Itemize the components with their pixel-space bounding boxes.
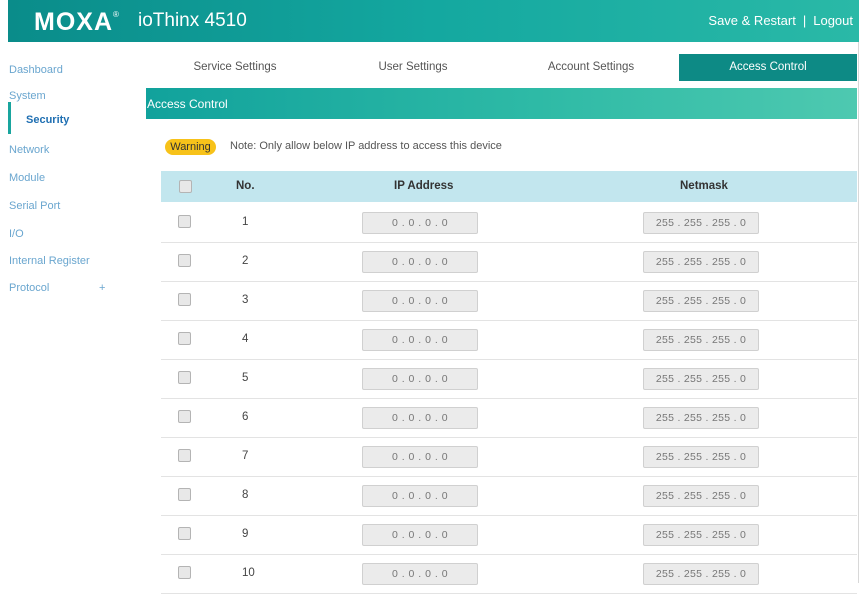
- table-row: 9 0 . 0 . 0 . 0 255 . 255 . 255 . 0: [161, 515, 857, 555]
- sidebar-item-protocol[interactable]: Protocol +: [8, 274, 139, 300]
- row-number: 9: [242, 528, 249, 540]
- top-header: MOXA® ioThinx 4510 Save & Restart | Logout: [8, 0, 859, 42]
- ip-address-input[interactable]: 0 . 0 . 0 . 0: [362, 446, 478, 468]
- row-number: 4: [242, 333, 249, 345]
- sidebar-item-label: System: [9, 90, 46, 102]
- column-header-ip-address: IP Address: [394, 180, 454, 192]
- row-number: 1: [242, 216, 249, 228]
- sidebar-item-label: Protocol: [9, 282, 50, 294]
- sidebar-item-dashboard[interactable]: Dashboard: [8, 56, 139, 82]
- netmask-input[interactable]: 255 . 255 . 255 . 0: [643, 212, 759, 234]
- save-restart-link[interactable]: Save & Restart: [708, 13, 795, 28]
- column-header-netmask: Netmask: [680, 180, 728, 192]
- sidebar-item-label: I/O: [9, 228, 24, 240]
- tab-access-control[interactable]: Access Control: [679, 54, 857, 81]
- row-checkbox[interactable]: [178, 371, 191, 384]
- tab-service-settings[interactable]: Service Settings: [146, 54, 324, 81]
- ip-address-input[interactable]: 0 . 0 . 0 . 0: [362, 368, 478, 390]
- sidebar-item-io[interactable]: I/O: [8, 220, 139, 246]
- sidebar-item-serial-port[interactable]: Serial Port: [8, 192, 139, 218]
- sidebar-item-label: Network: [9, 144, 50, 156]
- ip-address-input[interactable]: 0 . 0 . 0 . 0: [362, 407, 478, 429]
- table-row: 8 0 . 0 . 0 . 0 255 . 255 . 255 . 0: [161, 476, 857, 516]
- sidebar-item-label: Security: [26, 114, 70, 126]
- ip-address-input[interactable]: 0 . 0 . 0 . 0: [362, 251, 478, 273]
- ip-address-input[interactable]: 0 . 0 . 0 . 0: [362, 212, 478, 234]
- window-frame-right: [858, 0, 867, 583]
- table-row: 2 0 . 0 . 0 . 0 255 . 255 . 255 . 0: [161, 242, 857, 282]
- row-number: 8: [242, 489, 249, 501]
- tab-user-settings[interactable]: User Settings: [324, 54, 502, 81]
- table-row: 10 0 . 0 . 0 . 0 255 . 255 . 255 . 0: [161, 554, 857, 594]
- row-number: 5: [242, 372, 249, 384]
- netmask-input[interactable]: 255 . 255 . 255 . 0: [643, 251, 759, 273]
- expand-plus-icon[interactable]: +: [99, 282, 105, 294]
- row-checkbox[interactable]: [178, 332, 191, 345]
- sidebar-item-internal-register[interactable]: Internal Register: [8, 247, 139, 273]
- header-separator: |: [802, 13, 807, 28]
- sidebar-item-label: Dashboard: [9, 64, 63, 76]
- sidebar-item-label: Internal Register: [9, 255, 90, 267]
- sidebar-item-module[interactable]: Module: [8, 164, 139, 190]
- netmask-input[interactable]: 255 . 255 . 255 . 0: [643, 368, 759, 390]
- row-number: 10: [242, 567, 255, 579]
- table-header: No. IP Address Netmask: [161, 171, 857, 202]
- netmask-input[interactable]: 255 . 255 . 255 . 0: [643, 446, 759, 468]
- panel-header: Access Control: [146, 88, 857, 119]
- row-number: 3: [242, 294, 249, 306]
- tab-account-settings[interactable]: Account Settings: [502, 54, 680, 81]
- active-indicator: [8, 102, 11, 134]
- row-number: 6: [242, 411, 249, 423]
- settings-tabs: Service Settings User Settings Account S…: [146, 54, 857, 81]
- netmask-input[interactable]: 255 . 255 . 255 . 0: [643, 524, 759, 546]
- ip-address-input[interactable]: 0 . 0 . 0 . 0: [362, 563, 478, 585]
- row-checkbox[interactable]: [178, 527, 191, 540]
- sidebar-item-label: Serial Port: [9, 200, 61, 212]
- netmask-input[interactable]: 255 . 255 . 255 . 0: [643, 407, 759, 429]
- sidebar-item-security[interactable]: Security: [8, 102, 139, 134]
- sidebar-item-label: Module: [9, 172, 46, 184]
- sidebar: Dashboard System Security Network Module…: [8, 42, 139, 583]
- netmask-input[interactable]: 255 . 255 . 255 . 0: [643, 329, 759, 351]
- row-checkbox[interactable]: [178, 293, 191, 306]
- row-number: 2: [242, 255, 249, 267]
- moxa-logo: MOXA®: [34, 8, 120, 36]
- panel-title: Access Control: [147, 97, 228, 111]
- table-row: 5 0 . 0 . 0 . 0 255 . 255 . 255 . 0: [161, 359, 857, 399]
- row-checkbox[interactable]: [178, 254, 191, 267]
- row-checkbox[interactable]: [178, 566, 191, 579]
- row-number: 7: [242, 450, 249, 462]
- ip-address-input[interactable]: 0 . 0 . 0 . 0: [362, 290, 478, 312]
- table-row: 1 0 . 0 . 0 . 0 255 . 255 . 255 . 0: [161, 203, 857, 243]
- row-checkbox[interactable]: [178, 215, 191, 228]
- table-row: 6 0 . 0 . 0 . 0 255 . 255 . 255 . 0: [161, 398, 857, 438]
- column-header-no: No.: [236, 180, 255, 192]
- header-actions: Save & Restart | Logout: [708, 13, 853, 28]
- table-row: 3 0 . 0 . 0 . 0 255 . 255 . 255 . 0: [161, 281, 857, 321]
- warning-badge: Warning: [165, 139, 216, 155]
- ip-address-input[interactable]: 0 . 0 . 0 . 0: [362, 524, 478, 546]
- warning-note: Note: Only allow below IP address to acc…: [230, 140, 502, 152]
- netmask-input[interactable]: 255 . 255 . 255 . 0: [643, 290, 759, 312]
- row-checkbox[interactable]: [178, 449, 191, 462]
- sidebar-item-network[interactable]: Network: [8, 136, 139, 162]
- row-checkbox[interactable]: [178, 410, 191, 423]
- ip-address-input[interactable]: 0 . 0 . 0 . 0: [362, 485, 478, 507]
- netmask-input[interactable]: 255 . 255 . 255 . 0: [643, 485, 759, 507]
- row-checkbox[interactable]: [178, 488, 191, 501]
- table-row: 4 0 . 0 . 0 . 0 255 . 255 . 255 . 0: [161, 320, 857, 360]
- ip-address-input[interactable]: 0 . 0 . 0 . 0: [362, 329, 478, 351]
- select-all-checkbox[interactable]: [179, 180, 192, 193]
- table-row: 7 0 . 0 . 0 . 0 255 . 255 . 255 . 0: [161, 437, 857, 477]
- netmask-input[interactable]: 255 . 255 . 255 . 0: [643, 563, 759, 585]
- logout-link[interactable]: Logout: [813, 13, 853, 28]
- product-name: ioThinx 4510: [138, 10, 247, 31]
